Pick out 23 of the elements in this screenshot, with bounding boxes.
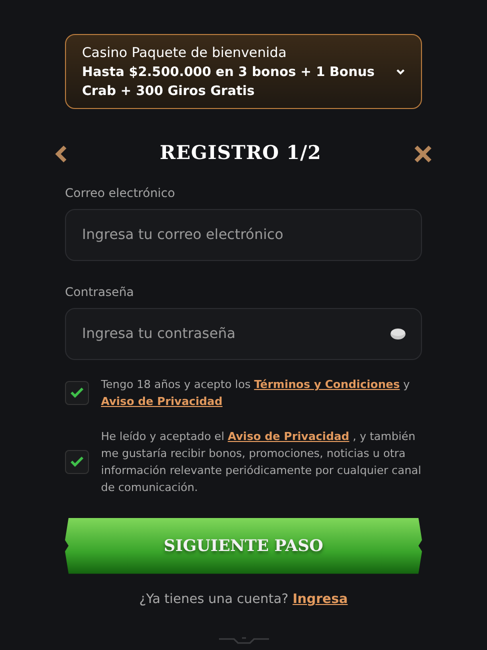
eye-icon[interactable] (390, 328, 406, 340)
consent-checkbox[interactable] (65, 380, 89, 405)
consent-text: Tengo 18 años y acepto los Términos y Condiciones y Aviso de Privacidad (101, 376, 411, 410)
password-field[interactable]: Ingresa tu contraseña (65, 308, 422, 360)
promo-label: Casino Paquete de bienvenida (82, 44, 288, 63)
field-label: Correo electrónico (65, 184, 176, 202)
close-icon[interactable] (414, 144, 432, 162)
consent-checkbox[interactable] (65, 450, 89, 474)
checkmark-icon (70, 456, 84, 468)
ornament-icon (218, 636, 270, 645)
consent-link[interactable]: Aviso de Privacidad (228, 430, 350, 443)
form-title: REGISTRO 1/2 (160, 141, 322, 166)
consent-text: He leído y aceptado el Aviso de Privacidad , y también me gustaría recibir bonos, promociones, noticias u otra información relevante periódicamente por cualquier canal de comunicación. (101, 428, 422, 496)
login-link[interactable]: Ingresa (292, 592, 348, 607)
promo-offer: Hasta $2.500.000 en 3 bonos + 1 Bonus Crab + 300 Giros Gratis (82, 64, 376, 102)
consent-link[interactable]: Términos y Condiciones (254, 378, 400, 391)
promo-dropdown[interactable]: Casino Paquete de bienvenida Hasta $2.500.000 en 3 bonos + 1 Bonus Crab + 300 Giros Gratis (65, 34, 422, 110)
checkmark-icon (70, 387, 84, 398)
email-field[interactable]: Ingresa tu correo electrónico (65, 208, 422, 261)
back-icon[interactable] (55, 144, 67, 162)
field-label: Contraseña (65, 284, 135, 301)
login-prompt: ¿Ya tienes una cuenta? (139, 592, 288, 607)
consent-link[interactable]: Aviso de Privacidad (101, 394, 222, 408)
